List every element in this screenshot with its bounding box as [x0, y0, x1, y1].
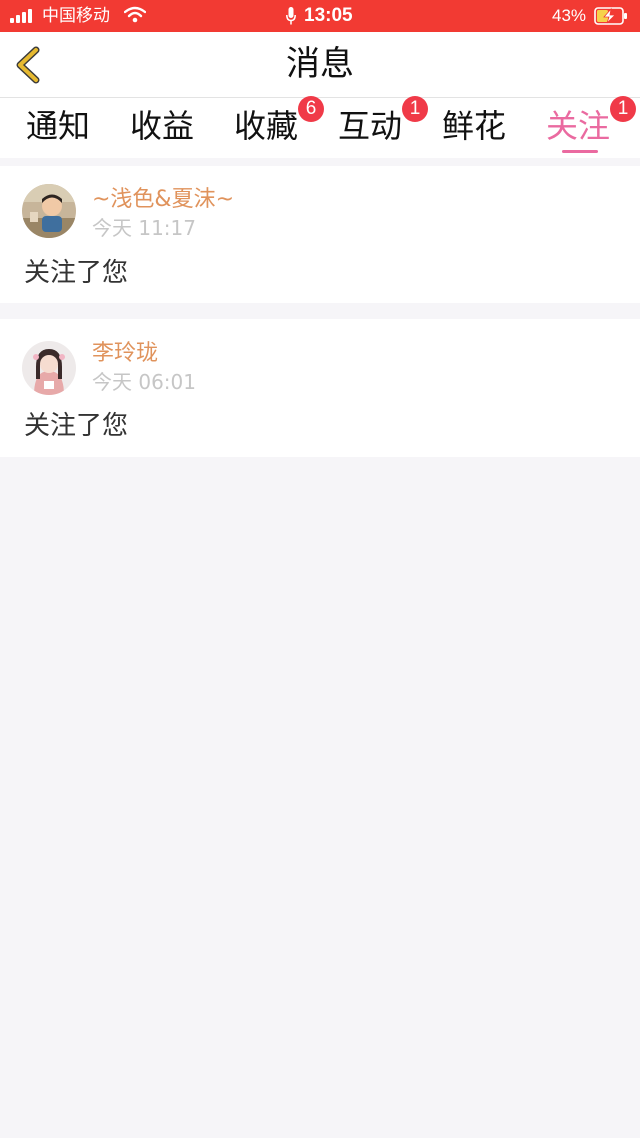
message-text: 关注了您	[24, 411, 129, 441]
wifi-icon	[124, 6, 146, 23]
active-tab-indicator	[562, 150, 598, 153]
battery-percentage: 43%	[552, 6, 587, 25]
message-text: 关注了您	[24, 258, 129, 288]
tab-interactions[interactable]: 互动 1	[338, 96, 428, 146]
unread-badge: 1	[610, 96, 636, 122]
timestamp: 今天 11:17	[92, 216, 196, 240]
status-bar: 中国移动 13:05 43%	[0, 0, 640, 32]
battery-charging-icon	[594, 7, 627, 25]
tab-flowers[interactable]: 鲜花	[442, 106, 506, 146]
unread-badge: 6	[298, 96, 324, 122]
navigation-bar: 消息	[0, 32, 640, 98]
tab-bar: 通知 收益 收藏 6 互动 1 鲜花 关注 1	[0, 96, 640, 158]
tab-label: 收益	[130, 107, 195, 145]
clock: 13:05	[304, 5, 353, 26]
tab-label: 通知	[26, 107, 91, 145]
signal-icon	[10, 9, 36, 23]
tab-following[interactable]: 关注 1	[546, 96, 636, 146]
timestamp: 今天 06:01	[92, 370, 196, 394]
tab-label: 关注	[546, 107, 611, 145]
unread-badge: 1	[402, 96, 428, 122]
microphone-icon	[286, 7, 296, 25]
tab-label: 鲜花	[442, 107, 507, 145]
notification-item[interactable]: ~浅色&夏沫~ 今天 11:17 关注了您	[0, 166, 640, 303]
avatar[interactable]	[22, 184, 76, 238]
notification-item[interactable]: 李玲珑 今天 06:01 关注了您	[0, 319, 640, 457]
tab-earnings[interactable]: 收益	[130, 106, 194, 146]
tab-label: 收藏	[234, 107, 299, 145]
tab-notifications[interactable]: 通知	[26, 106, 90, 146]
username[interactable]: 李玲珑	[92, 340, 158, 368]
tab-favorites[interactable]: 收藏 6	[234, 96, 324, 146]
tab-label: 互动	[338, 107, 403, 145]
username[interactable]: ~浅色&夏沫~	[92, 186, 234, 214]
avatar[interactable]	[22, 341, 76, 395]
carrier-name: 中国移动	[42, 6, 110, 26]
page-title: 消息	[286, 44, 354, 84]
